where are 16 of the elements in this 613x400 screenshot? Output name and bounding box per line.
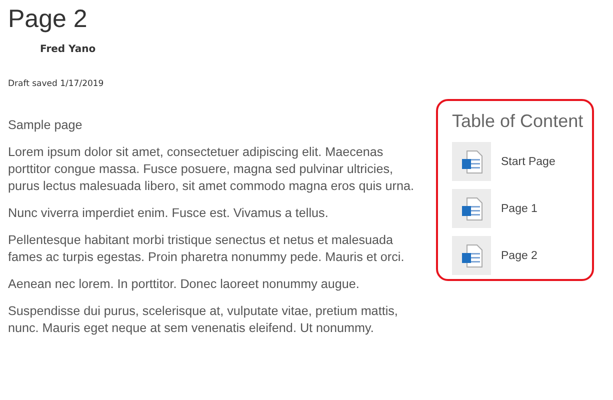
body-paragraph: Pellentesque habitant morbi tristique senectus et netus et malesuada fames ac turpis egestas. Proin pharetra nonummy pede. Mauris et orci. xyxy=(8,232,406,266)
body-paragraph: Nunc viverra imperdiet enim. Fusce est. Vivamus a tellus. xyxy=(8,205,330,222)
content-heading: Sample page xyxy=(8,117,84,134)
author-name: Fred Yano xyxy=(40,44,97,55)
toc-link[interactable]: Page 2 xyxy=(501,250,538,262)
page-icon xyxy=(452,189,491,228)
page-icon xyxy=(452,142,491,181)
body-paragraph: Suspendisse dui purus, scelerisque at, vulputate vitae, pretium mattis, nunc. Mauris eget neque at sem venenatis eleifend. Ut nonummy. xyxy=(8,303,399,337)
page-icon xyxy=(452,236,491,275)
page-title: Page 2 xyxy=(8,4,88,35)
toc-link[interactable]: Start Page xyxy=(501,156,556,168)
toc-link[interactable]: Page 1 xyxy=(501,202,538,214)
body-paragraph: Aenean nec lorem. In porttitor. Donec laoreet nonummy augue. xyxy=(8,276,360,293)
toc-title: Table of Content xyxy=(452,111,584,132)
body-paragraph: Lorem ipsum dolor sit amet, consectetuer adipiscing elit. Maecenas porttitor congue massa. Fusce posuere, magna sed pulvinar ultricies, purus lectus malesuada libero, sit amet commodo magna eros quis urna. xyxy=(8,144,416,195)
draft-status: Draft saved 1/17/2019 xyxy=(8,79,105,89)
